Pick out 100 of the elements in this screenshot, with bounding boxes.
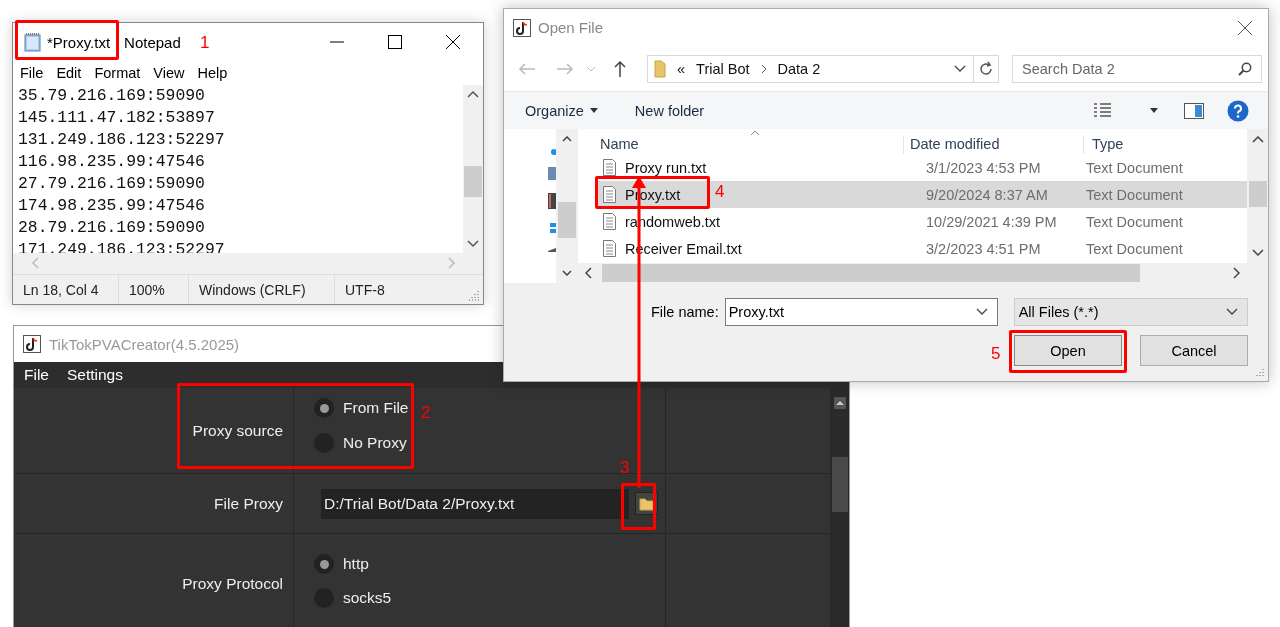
scroll-down-icon[interactable] [467,240,479,248]
forward-icon[interactable] [556,61,574,76]
file-date: 3/2/2023 4:51 PM [925,240,1042,257]
window-title: Open File [538,19,604,36]
step-number: 3 [620,458,630,478]
new-folder-button[interactable]: New folder [634,102,705,119]
dropdown-icon [975,308,988,316]
text-line: 35.79.216.169:59090 [18,85,206,107]
column-header[interactable]: Date modified [904,136,1084,154]
scroll-down-icon[interactable] [561,270,572,276]
status-text: UTF-8 [344,280,385,300]
radio-label[interactable]: http [343,555,369,573]
file-type-dropdown[interactable]: All Files (*.*) [1013,298,1248,326]
window-title: TikTokPVACreator(4.5.2025) [49,335,240,353]
file-name-field[interactable]: Proxy.txt [724,298,998,326]
drive-icon[interactable] [548,247,556,253]
radio-button[interactable] [314,554,334,574]
scroll-thumb[interactable] [831,457,848,512]
vertical-scrollbar[interactable] [1247,129,1268,283]
menu-item[interactable]: Format [88,65,147,81]
preview-pane-icon[interactable] [1184,102,1204,119]
vertical-scrollbar[interactable] [830,388,849,627]
breadcrumb-item[interactable]: Trial Bot [696,60,750,77]
close-icon[interactable] [1237,19,1253,36]
radio-label[interactable]: No Proxy [343,434,407,452]
column-header[interactable]: Type [1084,136,1124,154]
text-file-icon [602,239,617,258]
up-icon[interactable] [613,59,627,78]
scroll-thumb[interactable] [557,202,576,238]
radio-label[interactable]: socks5 [343,589,392,607]
scroll-right-icon[interactable] [1233,267,1241,279]
folder-icon [639,496,654,511]
scroll-up-icon[interactable] [833,397,846,409]
film-icon[interactable] [548,193,556,209]
file-date: 3/1/2023 4:53 PM [925,159,1042,176]
dropdown-icon[interactable] [954,64,966,73]
scroll-up-icon[interactable] [561,136,572,142]
menu-item[interactable]: View [147,65,191,81]
app-icon [513,18,531,37]
vertical-scrollbar[interactable] [556,129,577,283]
file-name: Proxy run.txt [625,159,707,176]
text-line: 27.79.216.169:59090 [18,173,206,195]
cloud-icon[interactable] [548,147,556,155]
scroll-thumb[interactable] [464,166,482,197]
picture-folder-icon[interactable] [548,167,556,181]
scroll-left-icon[interactable] [585,267,592,279]
caret-icon[interactable] [1150,108,1158,113]
text-line: 116.98.235.99:47546 [18,151,206,173]
search-icon [1238,61,1252,76]
view-options-icon[interactable] [1093,101,1113,120]
window-title: *Proxy.txt [47,33,111,51]
menu-item[interactable]: Edit [50,65,88,81]
scroll-up-icon[interactable] [467,90,479,98]
menu-item[interactable]: File [14,65,50,81]
file-row[interactable]: Proxy run.txt 3/1/2023 4:53 PM Text Document [598,154,1248,181]
address-bar[interactable]: « Trial Bot Data 2 [647,54,999,83]
setting-label: Proxy source [191,421,284,440]
menu-item[interactable]: File [16,366,57,384]
file-type: Text Document [1085,159,1183,176]
menu-item[interactable]: Help [191,65,234,81]
text-line: 174.98.235.99:47546 [18,195,206,217]
scroll-up-icon[interactable] [1251,136,1264,143]
organize-menu[interactable]: Organize [525,102,584,119]
text-file-icon [602,158,617,177]
text-line: 131.249.186.123:52297 [18,129,226,151]
windows-icon[interactable] [548,221,556,235]
cancel-button[interactable]: Cancel [1140,335,1248,366]
folder-icon [654,59,666,78]
scroll-thumb[interactable] [602,264,1140,282]
text-file-icon [602,212,617,231]
search-field[interactable]: Search Data 2 [1012,54,1262,83]
vertical-scrollbar[interactable] [463,85,483,253]
menu-item[interactable]: Settings [59,366,131,384]
step-number: 2 [421,403,431,423]
column-header[interactable]: Name [578,136,904,154]
help-icon[interactable] [1227,99,1249,122]
scroll-down-icon[interactable] [1251,249,1264,256]
scroll-thumb[interactable] [1248,181,1267,207]
maximize-icon[interactable] [387,34,403,50]
status-text: Windows (CRLF) [189,275,335,304]
chevron-icon [760,63,767,74]
file-type: Text Document [1085,240,1183,257]
resize-grip-icon[interactable] [468,289,480,301]
step-number: 5 [991,344,1001,364]
setting-label: Proxy Protocol [181,575,284,593]
breadcrumb-item[interactable]: « [677,60,686,77]
breadcrumb-item[interactable]: Data 2 [777,60,821,77]
app-name: Notepad [124,33,181,51]
radio-button[interactable] [314,398,334,418]
file-type: Text Document [1085,186,1183,203]
caret-icon[interactable] [589,108,598,113]
file-path-field[interactable]: D:/Trial Bot/Data 2/Proxy.txt [321,488,629,519]
radio-label[interactable]: From File [343,399,409,417]
back-icon[interactable] [518,61,536,76]
open-button[interactable]: Open [1014,335,1122,366]
file-type: Text Document [1085,213,1183,230]
text-file-icon [602,185,617,204]
dropdown-icon [1225,308,1238,316]
resize-grip-icon[interactable] [1255,368,1265,378]
close-icon[interactable] [445,34,461,50]
